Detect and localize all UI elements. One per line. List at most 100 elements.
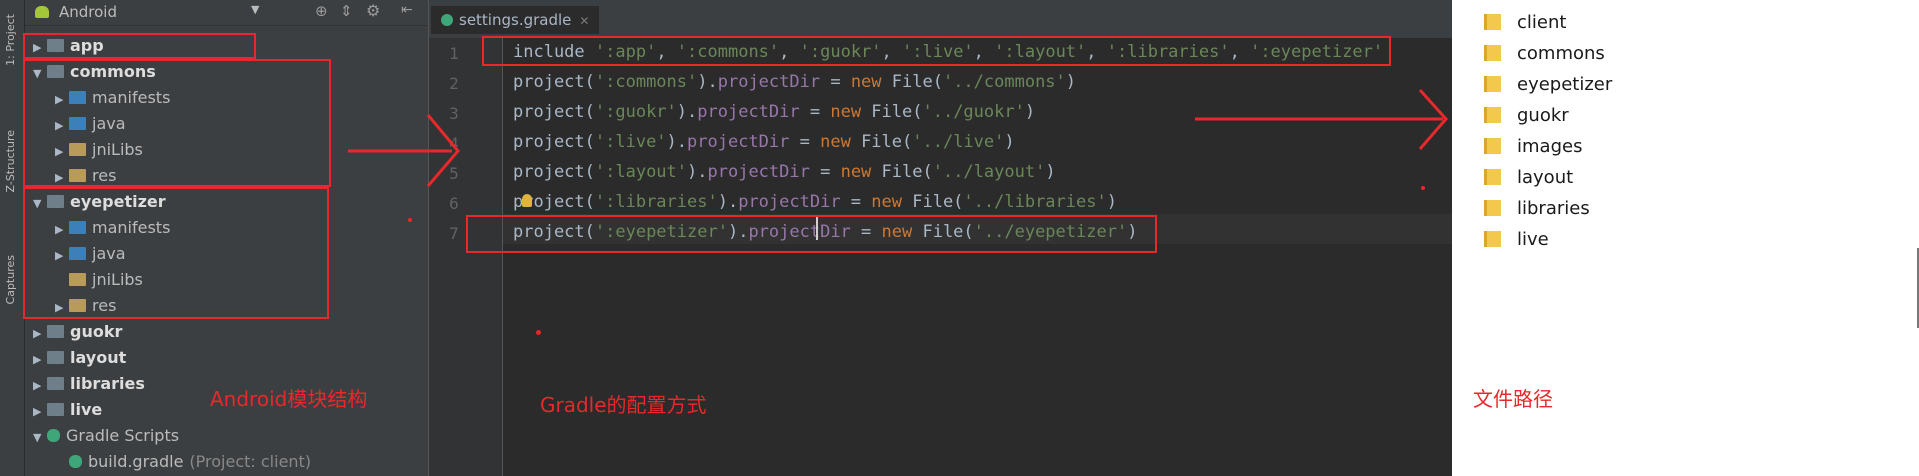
folder-label: layout: [1517, 167, 1574, 188]
side-tab-structure[interactable]: Z-Structure: [4, 130, 17, 192]
folder-icon: [1484, 45, 1501, 61]
code-line: project(':guokr').projectDir = new File(…: [513, 102, 1035, 122]
code-token: new: [830, 102, 872, 122]
line-number: 6: [449, 194, 459, 213]
collapsed-arrow-icon[interactable]: ▶: [33, 373, 47, 399]
folder-item[interactable]: guokr: [1484, 101, 1569, 131]
scroll-from-source-icon[interactable]: ⊕: [315, 2, 328, 20]
tree-item-layout[interactable]: ▶ layout: [33, 345, 126, 371]
code-token: project(: [513, 102, 595, 122]
folder-label: libraries: [1517, 198, 1590, 219]
code-token: ).: [697, 72, 718, 92]
folder-item[interactable]: libraries: [1484, 194, 1590, 224]
tree-item-suffix: (Project: client): [189, 452, 312, 471]
code-token: project(: [513, 72, 595, 92]
code-token: ): [1106, 192, 1117, 212]
collapsed-arrow-icon[interactable]: ▶: [33, 399, 47, 425]
folder-label: eyepetizer: [1517, 74, 1613, 95]
tree-item-build-gradle[interactable]: build.gradle (Project: client): [55, 449, 311, 475]
hide-panel-icon[interactable]: ⇤: [401, 2, 413, 18]
tree-item-label: live: [70, 400, 103, 419]
code-token: ).: [666, 132, 688, 152]
folder-item[interactable]: commons: [1484, 39, 1605, 69]
tree-item-label: libraries: [70, 374, 145, 393]
annotation-android-structure: Android模块结构: [210, 387, 368, 411]
highlight-commons: [23, 59, 331, 187]
line-number-gutter: 1234567: [429, 38, 503, 476]
code-token: =: [820, 72, 851, 92]
code-line: project(':commons').projectDir = new Fil…: [513, 72, 1076, 92]
folder-item[interactable]: images: [1484, 132, 1582, 162]
folder-item[interactable]: eyepetizer: [1484, 70, 1612, 100]
code-token: File(: [912, 192, 964, 212]
folder-label: commons: [1517, 43, 1605, 64]
highlight-eyepetizer: [23, 187, 329, 319]
tree-item-live[interactable]: ▶ live: [33, 397, 102, 423]
close-icon[interactable]: ✕: [579, 14, 589, 28]
code-token: ): [1004, 132, 1015, 152]
tree-item-label: Gradle Scripts: [66, 426, 180, 445]
gear-icon[interactable]: ⚙: [366, 1, 380, 20]
android-icon: [35, 6, 49, 18]
code-token: ).: [676, 102, 698, 122]
view-selector[interactable]: Android: [59, 3, 117, 21]
code-token: ':libraries': [594, 192, 718, 212]
folder-icon: [1484, 169, 1501, 185]
side-tab-captures[interactable]: Captures: [4, 255, 17, 304]
highlight-eyepetizer-line: [466, 215, 1157, 253]
lightbulb-icon[interactable]: [522, 194, 532, 207]
code-token: ): [1065, 72, 1077, 92]
code-token: '../layout': [932, 162, 1046, 182]
module-icon: [47, 325, 64, 338]
folder-item[interactable]: client: [1484, 8, 1566, 38]
annotation-gradle-config: Gradle的配置方式: [540, 393, 707, 417]
tree-item-guokr[interactable]: ▶ guokr: [33, 319, 122, 345]
code-token: projectDir: [697, 102, 800, 122]
code-token: =: [799, 102, 831, 122]
code-token: =: [809, 162, 841, 182]
code-token: '../live': [912, 132, 1005, 152]
collapsed-arrow-icon[interactable]: ▶: [33, 347, 47, 373]
code-token: ':live': [594, 132, 667, 152]
editor-tab-bar: settings.gradle ✕: [429, 0, 1452, 39]
code-token: '../guokr': [922, 102, 1025, 122]
folder-icon: [1484, 138, 1501, 154]
red-dot: [536, 330, 541, 335]
code-token: projectDir: [717, 72, 821, 92]
tool-window-strip: 1: Project Z-Structure Captures: [0, 0, 25, 476]
collapsed-arrow-icon[interactable]: ▶: [33, 321, 47, 347]
folder-item[interactable]: live: [1484, 225, 1549, 255]
folder-icon: [1484, 107, 1501, 123]
code-token: project(: [513, 162, 595, 182]
folder-item[interactable]: layout: [1484, 163, 1573, 193]
code-token: =: [840, 192, 872, 212]
code-token: =: [789, 132, 821, 152]
tree-item-gradle-scripts[interactable]: ▼ Gradle Scripts: [33, 423, 179, 449]
code-token: File(: [881, 162, 933, 182]
code-token: File(: [861, 132, 913, 152]
code-token: new: [840, 162, 882, 182]
chevron-down-icon[interactable]: ▼: [251, 3, 259, 16]
tab-settings-gradle[interactable]: settings.gradle ✕: [431, 6, 600, 34]
code-token: '../commons': [942, 72, 1066, 92]
side-tab-project[interactable]: 1: Project: [4, 14, 17, 66]
code-token: File(: [891, 72, 943, 92]
folder-label: images: [1517, 136, 1583, 157]
code-token: '../libraries': [963, 192, 1107, 212]
code-token: projectDir: [687, 132, 790, 152]
red-dot: [1421, 186, 1425, 190]
highlight-app: [23, 33, 256, 59]
module-icon: [47, 403, 64, 416]
tree-item-label: layout: [70, 348, 127, 367]
module-icon: [47, 377, 64, 390]
code-token: new: [871, 192, 913, 212]
arrow-annotation-2: [1195, 88, 1448, 150]
code-token: projectDir: [738, 192, 841, 212]
expanded-arrow-icon[interactable]: ▼: [33, 425, 47, 451]
collapse-all-icon[interactable]: ⇕: [340, 2, 353, 20]
folder-icon: [1484, 200, 1501, 216]
code-token: ): [1045, 162, 1056, 182]
tree-item-label: guokr: [70, 322, 123, 341]
tree-item-libraries[interactable]: ▶ libraries: [33, 371, 145, 397]
code-token: ): [1024, 102, 1036, 122]
